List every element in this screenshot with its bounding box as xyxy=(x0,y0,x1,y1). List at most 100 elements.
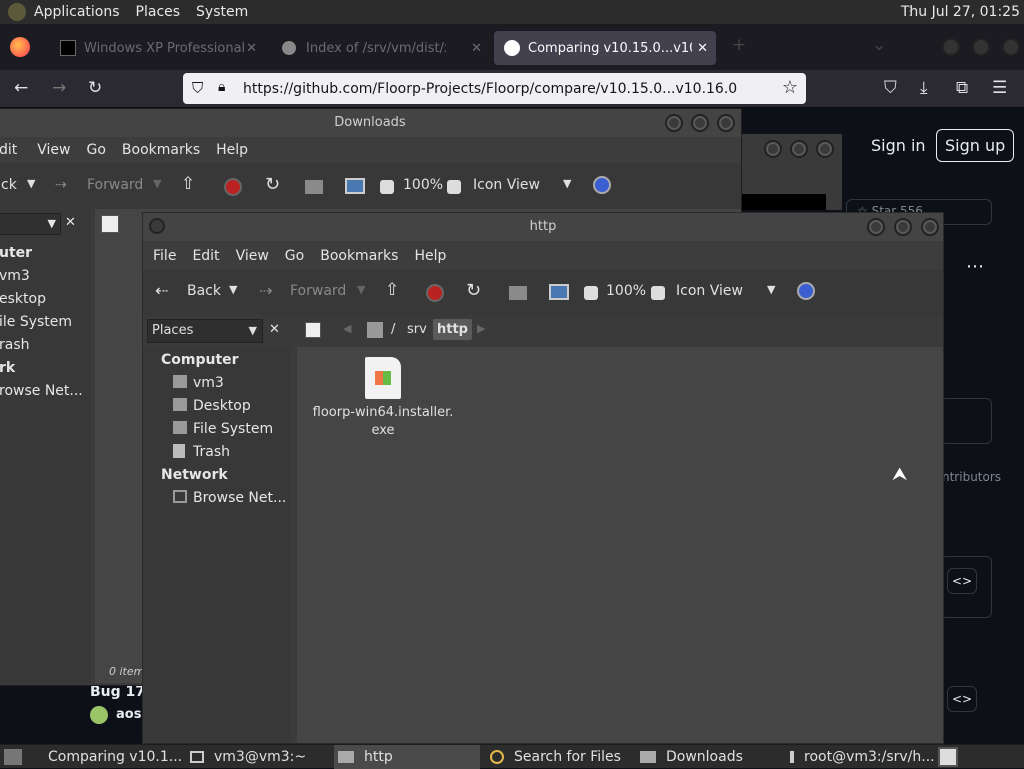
url-bar[interactable]: ⛉ 🔒︎ https://github.com/Floorp-Projects/… xyxy=(183,73,806,104)
path-right-arrow-icon[interactable]: ▶ xyxy=(477,322,485,335)
reload-icon[interactable]: ↻ xyxy=(466,280,481,301)
menu-go[interactable]: Go xyxy=(277,248,312,264)
stop-icon[interactable] xyxy=(224,178,242,196)
up-arrow-icon[interactable]: ⇧ xyxy=(385,280,399,300)
downloads-titlebar[interactable]: Downloads xyxy=(0,109,741,137)
forward-arrow-icon[interactable]: ⇢ xyxy=(55,177,67,193)
code-icon[interactable]: <> xyxy=(947,686,977,712)
maximize-button[interactable] xyxy=(972,38,990,56)
menu-edit[interactable]: Edit xyxy=(184,248,227,264)
back-dropdown-icon[interactable]: ▼ xyxy=(229,283,237,296)
menu-view[interactable]: View xyxy=(228,248,277,264)
file-item[interactable]: floorp-win64.installer. exe xyxy=(309,357,457,439)
computer-icon[interactable] xyxy=(549,284,569,300)
menu-bookmarks[interactable]: Bookmarks xyxy=(312,248,406,264)
back-arrow-icon[interactable]: ⇠ xyxy=(155,281,168,300)
computer-icon[interactable] xyxy=(345,178,365,194)
maximize-button[interactable] xyxy=(894,218,912,236)
lock-icon[interactable]: 🔒︎ xyxy=(218,79,225,95)
close-sidebar-icon[interactable]: ✕ xyxy=(65,215,76,230)
task-firefox[interactable]: Comparing v10.1... xyxy=(36,745,182,769)
sign-up-button[interactable]: Sign up xyxy=(936,129,1015,162)
zoom-level[interactable]: 100% xyxy=(606,283,646,299)
task-terminal-vm3[interactable]: vm3@vm3:~ xyxy=(186,745,328,769)
sidebar-item-desktop[interactable]: esktop xyxy=(0,291,46,307)
path-left-arrow-icon[interactable]: ◀ xyxy=(343,322,351,335)
menu-help[interactable]: Help xyxy=(406,248,454,264)
search-icon[interactable] xyxy=(797,282,815,300)
task-downloads[interactable]: Downloads xyxy=(636,745,782,769)
forward-arrow-icon[interactable]: ⇢ xyxy=(259,281,272,300)
zoom-out-icon[interactable] xyxy=(380,180,394,194)
sidebar-item-browse-network[interactable]: Browse Net... xyxy=(193,490,286,506)
tab-github-compare[interactable]: Comparing v10.15.0...v10.16 ✕ xyxy=(494,31,716,65)
extensions-icon[interactable]: ⧉ xyxy=(956,78,968,98)
menu-help[interactable]: Help xyxy=(208,142,256,158)
view-dropdown-icon[interactable]: ▼ xyxy=(767,283,775,296)
http-titlebar[interactable]: http xyxy=(143,213,943,241)
bookmark-star-icon[interactable]: ☆ xyxy=(782,77,798,98)
forward-dropdown-icon[interactable]: ▼ xyxy=(153,177,161,190)
code-icon[interactable]: <> xyxy=(947,568,977,594)
pocket-icon[interactable]: ⛉ xyxy=(884,78,897,98)
menu-edit[interactable]: dit xyxy=(0,142,29,158)
task-terminal-root[interactable]: root@vm3:/srv/h... xyxy=(786,745,935,769)
menu-go[interactable]: Go xyxy=(79,142,114,158)
sidebar-item-trash[interactable]: rash xyxy=(0,337,30,353)
close-window-button[interactable] xyxy=(816,140,834,158)
zoom-in-icon[interactable] xyxy=(651,286,665,300)
clock[interactable]: Thu Jul 27, 01:25 xyxy=(901,4,1020,20)
home-folder-icon[interactable] xyxy=(509,286,527,300)
tab-index-of[interactable]: Index of /srv/vm/dist/x2 ✕ xyxy=(272,31,490,65)
forward-button-label[interactable]: Forward xyxy=(87,177,143,193)
zoom-level[interactable]: 100% xyxy=(403,177,443,193)
close-icon[interactable]: ✕ xyxy=(471,41,482,56)
home-folder-icon[interactable] xyxy=(305,180,323,194)
view-mode-select[interactable]: Icon View xyxy=(676,283,743,299)
minimize-button[interactable] xyxy=(867,218,885,236)
workspace-switcher[interactable] xyxy=(938,747,958,767)
path-http[interactable]: http xyxy=(433,319,472,340)
sign-in-link[interactable]: Sign in xyxy=(871,136,926,155)
hamburger-menu-icon[interactable]: ☰ xyxy=(992,78,1007,98)
sidebar-item-browse-network[interactable]: rowse Net... xyxy=(0,383,83,399)
view-mode-select[interactable]: Icon View xyxy=(473,177,540,193)
places-menu[interactable]: Places xyxy=(128,4,189,20)
firefox-icon[interactable] xyxy=(10,37,30,57)
search-icon[interactable] xyxy=(593,176,611,194)
path-root[interactable]: / xyxy=(391,322,395,337)
close-icon[interactable]: ✕ xyxy=(246,41,257,56)
maximize-button[interactable] xyxy=(691,114,709,132)
back-arrow-icon[interactable]: ← xyxy=(14,78,28,98)
close-window-button[interactable] xyxy=(921,218,939,236)
sidebar-item-filesystem[interactable]: ile System xyxy=(0,314,72,330)
task-search[interactable]: Search for Files xyxy=(486,745,632,769)
minimize-button[interactable] xyxy=(764,140,782,158)
edit-location-icon[interactable] xyxy=(305,322,321,338)
system-menu[interactable]: System xyxy=(188,4,256,20)
minimize-button[interactable] xyxy=(665,114,683,132)
zoom-in-icon[interactable] xyxy=(447,180,461,194)
back-button-label[interactable]: ck xyxy=(1,177,17,193)
forward-arrow-icon[interactable]: → xyxy=(52,78,66,98)
shield-icon[interactable]: ⛉ xyxy=(192,79,203,97)
reload-icon[interactable]: ↻ xyxy=(88,78,102,98)
up-arrow-icon[interactable]: ⇧ xyxy=(181,174,195,194)
forward-button-label[interactable]: Forward xyxy=(290,283,346,299)
menu-bookmarks[interactable]: Bookmarks xyxy=(114,142,208,158)
menu-view[interactable]: View xyxy=(29,142,78,158)
maximize-button[interactable] xyxy=(790,140,808,158)
sidebar-item-trash[interactable]: Trash xyxy=(193,444,230,460)
places-select[interactable]: Places ▼ xyxy=(147,319,263,343)
show-desktop-icon[interactable] xyxy=(4,749,22,765)
new-tab-icon[interactable]: + xyxy=(732,35,746,55)
back-button-label[interactable]: Back xyxy=(187,283,221,299)
more-options-icon[interactable]: ⋯ xyxy=(966,256,984,277)
path-srv[interactable]: srv xyxy=(407,322,427,337)
edit-location-icon[interactable] xyxy=(101,215,119,233)
downloads-icon[interactable]: ⤓ xyxy=(920,78,928,98)
stop-icon[interactable] xyxy=(426,284,444,302)
list-tabs-icon[interactable]: ⌄ xyxy=(872,35,886,55)
close-icon[interactable]: ✕ xyxy=(697,41,708,56)
reload-icon[interactable]: ↻ xyxy=(265,174,280,195)
